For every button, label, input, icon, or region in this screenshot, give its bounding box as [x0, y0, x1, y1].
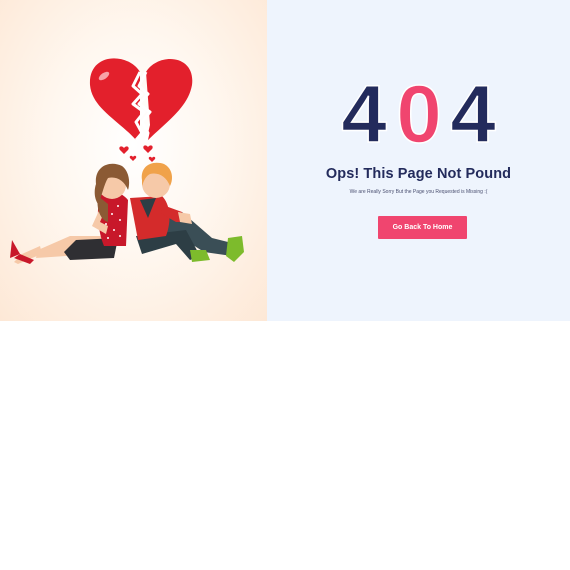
error-code-digit-1: 4 [341, 78, 387, 148]
broken-heart-couple-illustration [10, 58, 244, 264]
page-subtitle: We are Really Sorry But the Page you Req… [349, 189, 488, 195]
go-back-home-button[interactable]: Go Back To Home [378, 216, 467, 239]
broken-heart-icon [89, 58, 193, 143]
error-code-404: 4 0 4 [340, 78, 497, 148]
page-title: Ops! This Page Not Pound [325, 166, 512, 182]
illustration-panel [0, 0, 267, 321]
error-code-digit-3: 4 [450, 78, 496, 148]
error-code-digit-2: 0 [396, 78, 442, 148]
girl-figure [10, 163, 130, 264]
boy-figure [130, 162, 244, 262]
small-hearts-icon [119, 145, 156, 162]
error-hero: 4 0 4 Ops! This Page Not Pound We are Re… [0, 0, 570, 321]
error-content-panel: 4 0 4 Ops! This Page Not Pound We are Re… [267, 0, 570, 321]
page-blank-area [0, 321, 570, 570]
